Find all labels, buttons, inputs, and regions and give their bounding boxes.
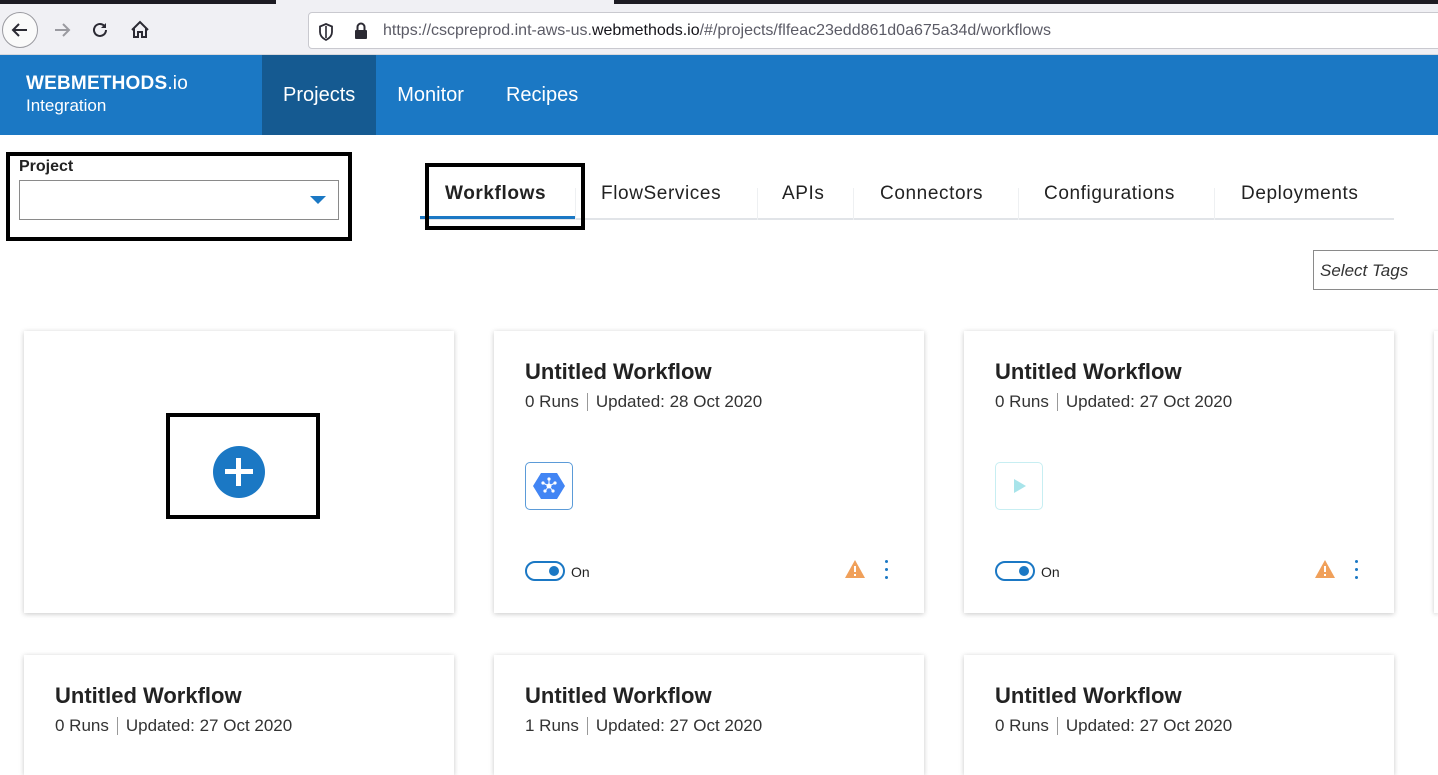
workflow-updated: Updated: 27 Oct 2020 [125,716,293,735]
workflow-meta: 0 Runs Updated: 27 Oct 2020 [995,716,1232,736]
shield-icon[interactable] [317,22,335,42]
workflow-meta: 1 Runs Updated: 27 Oct 2020 [525,716,762,736]
logo-wordmark: WEBMETHODS.io [26,73,188,95]
url-prefix: https://cscpreprod.int-aws-us. [383,22,592,39]
browser-tabstrip [0,0,1438,4]
logo-subtitle: Integration [26,96,107,115]
home-icon [131,20,149,38]
arrow-left-icon [11,23,27,37]
url-text: https://cscpreprod.int-aws-us.webmethods… [383,22,1051,40]
logo-suffix-text: .io [167,73,188,94]
workflow-runs: 1 Runs [525,716,579,735]
workflow-updated: Updated: 27 Oct 2020 [1065,716,1233,735]
tab-connectors[interactable]: Connectors [880,168,983,220]
nav-monitor[interactable]: Monitor [376,55,485,135]
google-cloud-icon [533,473,565,499]
workflow-card-partial[interactable] [1434,331,1438,613]
main-nav: Projects Monitor Recipes [262,55,599,135]
workflow-updated: Updated: 27 Oct 2020 [595,716,763,735]
reload-icon [93,22,107,37]
tab-deployments[interactable]: Deployments [1241,168,1358,220]
play-icon [1014,479,1026,493]
tab-apis[interactable]: APIs [782,168,825,220]
arrow-right-icon [55,23,71,37]
workflow-runs: 0 Runs [525,392,579,411]
url-host: webmethods.io [591,22,700,39]
tab-flowservices[interactable]: FlowServices [601,168,721,220]
logo-main-text: WEBMETHODS [26,73,168,94]
browser-active-tab[interactable] [276,0,614,4]
tab-divider [1018,188,1019,220]
home-button[interactable] [122,12,158,48]
lock-icon[interactable] [353,21,369,41]
workflow-title[interactable]: Untitled Workflow [995,683,1182,709]
warning-icon[interactable] [844,559,866,579]
toggle-label: On [1041,564,1060,580]
more-vertical-icon[interactable] [1350,558,1364,582]
workflow-card[interactable]: Untitled Workflow 0 Runs Updated: 28 Oct … [494,331,924,613]
workflow-card[interactable]: Untitled Workflow 0 Runs Updated: 27 Oct … [964,655,1394,775]
toggle-label: On [571,564,590,580]
workflow-toggle[interactable] [525,561,565,581]
tab-configurations[interactable]: Configurations [1044,168,1175,220]
browser-toolbar: https://cscpreprod.int-aws-us.webmethods… [0,0,1438,55]
back-button[interactable] [2,12,38,48]
project-dropdown[interactable] [19,180,339,220]
select-tags-dropdown[interactable]: Select Tags [1313,250,1438,290]
workflow-meta: 0 Runs Updated: 27 Oct 2020 [995,392,1232,412]
workflow-runs: 0 Runs [995,716,1049,735]
chevron-down-icon[interactable] [310,196,326,204]
app-header: WEBMETHODS.io Integration Projects Monit… [0,55,1438,135]
meta-divider [586,717,588,735]
workflow-title[interactable]: Untitled Workflow [525,359,712,385]
address-bar[interactable]: https://cscpreprod.int-aws-us.webmethods… [308,12,1438,49]
warning-icon[interactable] [1314,559,1336,579]
toggle-knob [1019,566,1029,576]
meta-divider [586,393,588,411]
project-selector-highlight: Project [6,152,352,241]
workflow-trigger-tile[interactable] [995,462,1043,510]
webmethods-logo[interactable]: WEBMETHODS.io Integration [26,73,188,116]
project-label: Project [19,158,74,175]
workflow-title[interactable]: Untitled Workflow [525,683,712,709]
reload-button[interactable] [82,12,118,48]
more-vertical-icon[interactable] [880,558,894,582]
add-workflow-button[interactable] [213,446,265,498]
workflow-card[interactable]: Untitled Workflow 1 Runs Updated: 27 Oct … [494,655,924,775]
tab-divider [853,188,854,220]
meta-divider [1056,717,1058,735]
url-path: /#/projects/flfeac23edd861d0a675a34d/wor… [699,22,1051,39]
tab-divider [1214,188,1215,220]
tab-divider [757,188,758,220]
workflow-trigger-tile[interactable] [525,462,573,510]
workflow-updated: Updated: 27 Oct 2020 [1065,392,1233,411]
meta-divider [1056,393,1058,411]
toggle-knob [549,566,559,576]
workflows-tab-highlight [425,163,585,230]
workflow-card[interactable]: Untitled Workflow 0 Runs Updated: 27 Oct … [964,331,1394,613]
workflow-title[interactable]: Untitled Workflow [55,683,242,709]
workflow-toggle[interactable] [995,561,1035,581]
meta-divider [116,717,118,735]
nav-recipes[interactable]: Recipes [485,55,599,135]
workflow-runs: 0 Runs [995,392,1049,411]
workflow-runs: 0 Runs [55,716,109,735]
workflow-meta: 0 Runs Updated: 28 Oct 2020 [525,392,762,412]
nav-projects[interactable]: Projects [262,55,377,135]
workflow-title[interactable]: Untitled Workflow [995,359,1182,385]
workflow-updated: Updated: 28 Oct 2020 [595,392,763,411]
workflow-meta: 0 Runs Updated: 27 Oct 2020 [55,716,292,736]
workflow-card[interactable]: Untitled Workflow 0 Runs Updated: 27 Oct … [24,655,454,775]
forward-button[interactable] [44,12,80,48]
